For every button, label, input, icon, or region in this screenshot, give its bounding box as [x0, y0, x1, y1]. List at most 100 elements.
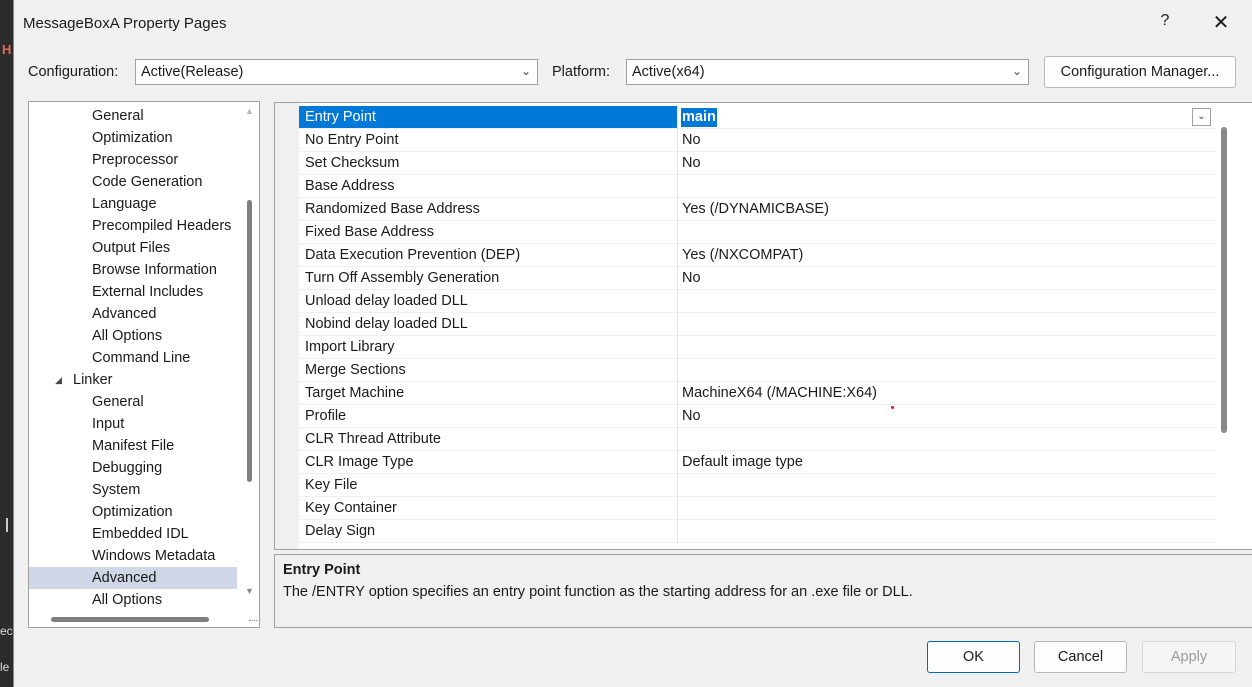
chevron-down-icon[interactable]: ⌄ — [1192, 108, 1211, 126]
column-divider — [677, 497, 678, 520]
column-divider — [677, 244, 678, 267]
tree-item[interactable]: General — [92, 105, 144, 127]
title-bar[interactable]: MessageBoxA Property Pages ? ✕ — [14, 0, 1252, 44]
tree-item[interactable]: Precompiled Headers — [92, 215, 231, 237]
cancel-button[interactable]: Cancel — [1034, 641, 1127, 673]
window-title: MessageBoxA Property Pages — [23, 15, 227, 32]
property-row[interactable]: Key File — [299, 474, 1216, 497]
background-text-fragment: ec — [0, 624, 13, 638]
platform-dropdown[interactable]: Active(x64) ⌄ — [626, 59, 1029, 85]
property-tree: General Optimization Preprocessor Code G… — [28, 101, 260, 628]
help-button[interactable]: ? — [1155, 12, 1175, 30]
property-row[interactable]: Set Checksum No — [299, 152, 1216, 175]
property-name: Key Container — [305, 500, 397, 516]
property-row[interactable]: Randomized Base Address Yes (/DYNAMICBAS… — [299, 198, 1216, 221]
scroll-thumb[interactable] — [51, 617, 209, 622]
property-row[interactable]: Data Execution Prevention (DEP) Yes (/NX… — [299, 244, 1216, 267]
property-row[interactable]: Nobind delay loaded DLL — [299, 313, 1216, 336]
configuration-label: Configuration: — [28, 64, 119, 80]
platform-value: Active(x64) — [632, 64, 705, 80]
property-row[interactable]: Fixed Base Address — [299, 221, 1216, 244]
tree-item[interactable]: Optimization — [92, 127, 173, 149]
property-row[interactable]: Unload delay loaded DLL — [299, 290, 1216, 313]
red-dot-marker — [891, 406, 894, 409]
tree-vertical-scrollbar[interactable]: ▲ ▼ — [243, 102, 259, 610]
property-name: Import Library — [305, 339, 395, 355]
column-divider — [677, 405, 678, 428]
scroll-thumb[interactable] — [247, 200, 252, 482]
expand-arrow-icon[interactable]: ◢ — [55, 375, 62, 386]
configuration-manager-button[interactable]: Configuration Manager... — [1044, 56, 1236, 88]
property-value: No — [682, 155, 701, 171]
tree-item[interactable]: Language — [92, 193, 157, 215]
tree-item[interactable]: Windows Metadata — [92, 545, 215, 567]
tree-item[interactable]: All Options — [92, 589, 162, 611]
tree-item-linker[interactable]: Linker — [73, 369, 113, 391]
background-cursor-bar — [6, 518, 8, 532]
property-name: Key File — [305, 477, 358, 493]
tree-item[interactable]: Browse Information — [92, 259, 217, 281]
tree-item[interactable]: Code Generation — [92, 171, 202, 193]
tree-item[interactable]: Input — [92, 413, 124, 435]
background-window: H ec le — [0, 0, 14, 687]
property-name: No Entry Point — [305, 132, 399, 148]
property-name: Randomized Base Address — [305, 201, 480, 217]
tree-item[interactable]: Manifest File — [92, 435, 174, 457]
triangle-down-icon[interactable]: ▼ — [245, 586, 254, 596]
apply-button[interactable]: Apply — [1142, 641, 1236, 673]
tree-item[interactable]: General — [92, 391, 144, 413]
tree-item[interactable]: Advanced — [92, 303, 157, 325]
tree-item[interactable]: Command Line — [92, 347, 190, 369]
chevron-down-icon: ⌄ — [1011, 64, 1022, 78]
grid-scroll-thumb[interactable] — [1221, 127, 1227, 433]
property-row[interactable]: CLR Image Type Default image type — [299, 451, 1216, 474]
property-row[interactable]: CLR Thread Attribute — [299, 428, 1216, 451]
tree-item[interactable]: External Includes — [92, 281, 203, 303]
column-divider — [677, 221, 678, 244]
property-row[interactable]: Turn Off Assembly Generation No — [299, 267, 1216, 290]
ok-button[interactable]: OK — [927, 641, 1020, 673]
tree-item[interactable]: Optimization — [92, 501, 173, 523]
property-name: Nobind delay loaded DLL — [305, 316, 468, 332]
property-grid: Entry Point main ⌄ No Entry Point No Set… — [274, 102, 1252, 550]
column-divider — [677, 382, 678, 405]
property-value: Yes (/NXCOMPAT) — [682, 247, 804, 263]
description-text: The /ENTRY option specifies an entry poi… — [283, 584, 913, 600]
property-value: Yes (/DYNAMICBASE) — [682, 201, 829, 217]
tree-horizontal-scrollbar[interactable] — [29, 610, 243, 626]
background-text-fragment: H — [2, 42, 12, 57]
property-row[interactable]: No Entry Point No — [299, 129, 1216, 152]
grid-gutter — [275, 103, 299, 549]
property-row[interactable]: Base Address — [299, 175, 1216, 198]
triangle-up-icon[interactable]: ▲ — [245, 106, 254, 116]
close-button[interactable]: ✕ — [1210, 10, 1232, 35]
property-row[interactable]: Target Machine MachineX64 (/MACHINE:X64) — [299, 382, 1216, 405]
tree-item[interactable]: Output Files — [92, 237, 170, 259]
property-name: Turn Off Assembly Generation — [305, 270, 500, 286]
property-row[interactable]: Merge Sections — [299, 359, 1216, 382]
property-name: Profile — [305, 408, 347, 424]
property-name: Entry Point — [305, 109, 376, 125]
property-name: Merge Sections — [305, 362, 406, 378]
property-row[interactable]: Key Container — [299, 497, 1216, 520]
tree-item[interactable]: Preprocessor — [92, 149, 178, 171]
property-row[interactable]: Import Library — [299, 336, 1216, 359]
description-title: Entry Point — [283, 562, 361, 578]
property-name: Delay Sign — [305, 523, 376, 539]
column-divider — [677, 474, 678, 497]
property-value[interactable]: main — [681, 108, 717, 127]
property-name: Data Execution Prevention (DEP) — [305, 247, 521, 263]
tree-item[interactable]: Debugging — [92, 457, 162, 479]
tree-item[interactable]: Embedded IDL — [92, 523, 189, 545]
tree-item[interactable]: System — [92, 479, 140, 501]
tree-item-selected[interactable]: Advanced — [92, 567, 157, 589]
property-row[interactable]: Profile No — [299, 405, 1216, 428]
configuration-dropdown[interactable]: Active(Release) ⌄ — [135, 59, 538, 85]
column-divider — [677, 336, 678, 359]
column-divider — [677, 359, 678, 382]
resize-grip — [249, 620, 257, 625]
property-name: Target Machine — [305, 385, 405, 401]
tree-item[interactable]: All Options — [92, 325, 162, 347]
property-row[interactable]: Delay Sign — [299, 520, 1216, 543]
property-row-selected[interactable]: Entry Point main ⌄ — [299, 106, 1216, 129]
